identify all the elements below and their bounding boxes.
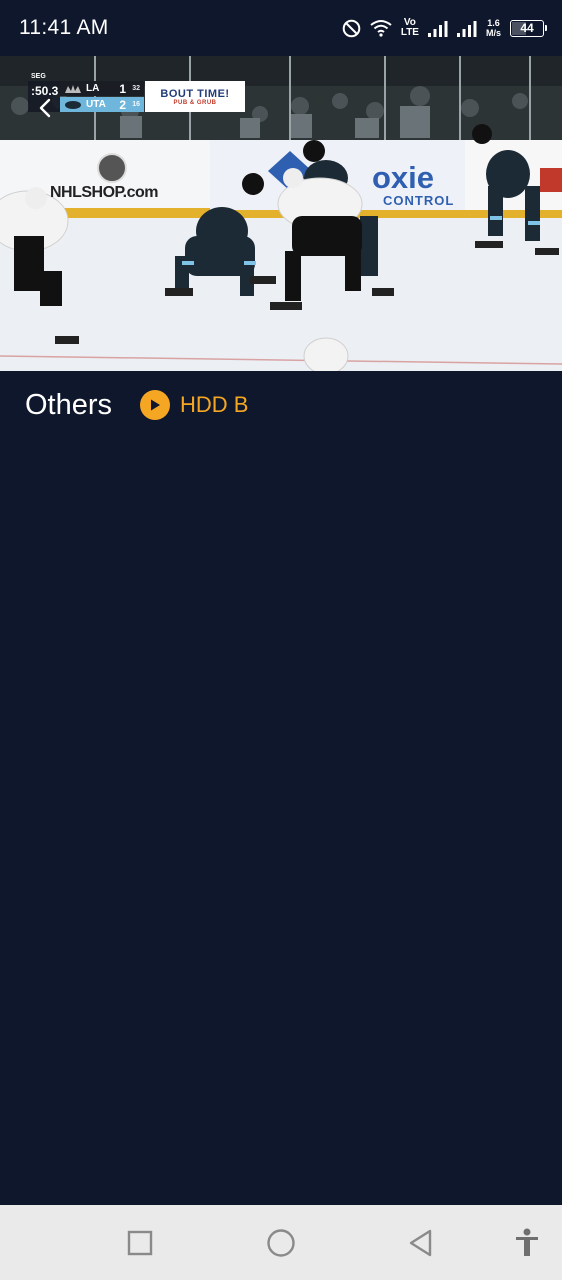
- recents-square-icon: [127, 1230, 153, 1256]
- speed-unit: M/s: [485, 28, 501, 38]
- source-hdd-b-button[interactable]: HDD B: [140, 390, 248, 420]
- system-nav-bar: [0, 1205, 562, 1280]
- home-button[interactable]: [261, 1223, 301, 1263]
- board-nhl-shop: NHLSHOP.com: [50, 184, 159, 201]
- do-not-disturb-icon: [342, 19, 361, 38]
- wifi-icon: [370, 19, 392, 37]
- back-triangle-icon: [409, 1229, 432, 1257]
- away-team-sog: 32: [132, 85, 140, 92]
- board-ad-main: oxie: [372, 160, 435, 195]
- status-time: 11:41 AM: [19, 16, 109, 39]
- network-type: Vo LTE: [401, 18, 419, 38]
- signal-icon: [456, 20, 477, 37]
- source-label: HDD B: [180, 392, 249, 417]
- scorebug-period: SEG: [31, 73, 46, 80]
- sponsor-line1: BOUT TIME!: [160, 87, 230, 100]
- accessibility-icon: [516, 1228, 538, 1256]
- speed-value: 1.6: [487, 18, 500, 28]
- battery-icon: 44: [510, 19, 547, 37]
- away-team-logo-icon: [60, 81, 86, 96]
- signal-icon: [427, 20, 448, 37]
- scorebug-home-row: UTA 2 16: [60, 97, 144, 112]
- back-arrow-icon: [39, 98, 51, 118]
- network-speed: 1.6 M/s: [486, 18, 501, 38]
- accessibility-button[interactable]: [507, 1223, 547, 1263]
- home-team-logo-icon: [60, 97, 86, 112]
- network-bottom-label: LTE: [400, 27, 419, 38]
- home-team-score: 2: [119, 97, 126, 112]
- play-icon: [140, 390, 171, 420]
- status-icons: Vo LTE 1.6 M/s 44: [342, 18, 547, 38]
- recents-button[interactable]: [120, 1223, 160, 1263]
- back-arrow-button[interactable]: [30, 92, 62, 124]
- status-bar: 11:41 AM Vo LTE 1.6 M/s 44: [0, 0, 562, 56]
- board-ad-sub: CONTROL: [383, 193, 455, 208]
- channel-info-row: Others HDD B: [25, 384, 248, 426]
- home-circle-icon: [267, 1229, 295, 1257]
- video-player[interactable]: NHLSHOP.com oxie CONTROL SEG :50.3 LA 1 …: [0, 56, 562, 371]
- sponsor-line2: PUB & GRUB: [173, 99, 217, 106]
- battery-level: 44: [520, 21, 534, 35]
- away-team-name: LA: [86, 83, 100, 94]
- category-label: Others: [25, 388, 113, 421]
- sponsor-banner: BOUT TIME! PUB & GRUB: [145, 81, 245, 112]
- home-team-sog: 16: [132, 101, 140, 108]
- back-button[interactable]: [401, 1223, 441, 1263]
- scorebug-away-row: LA 1 32: [60, 81, 144, 96]
- away-team-score: 1: [119, 81, 126, 96]
- home-team-name: UTA: [86, 99, 106, 110]
